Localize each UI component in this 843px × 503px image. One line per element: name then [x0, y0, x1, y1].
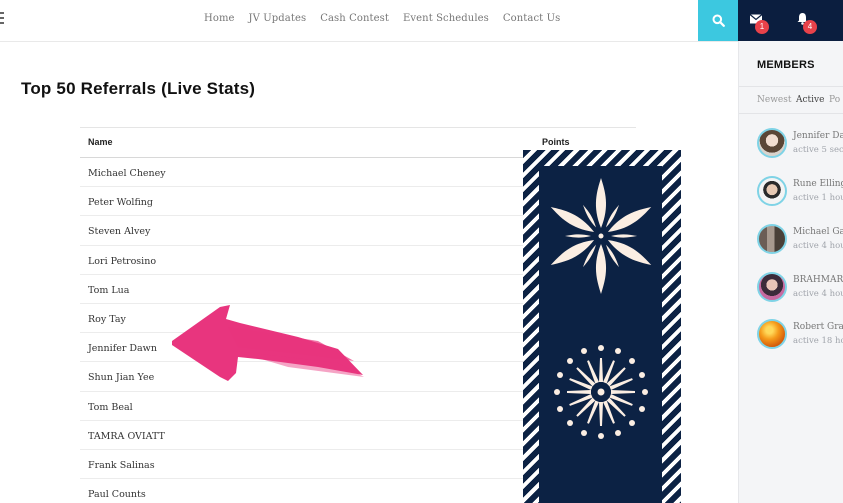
main-nav: Home JV Updates Cash Contest Event Sched…	[204, 13, 574, 24]
nav-event-schedules[interactable]: Event Schedules	[403, 13, 489, 24]
member-item[interactable]: Rune Elling active 1 hou	[757, 176, 843, 208]
avatar[interactable]	[757, 272, 787, 302]
member-item[interactable]: BRAHMAR active 4 hou	[757, 272, 843, 304]
member-activity: active 18 ho	[793, 336, 843, 346]
row-name: Shun Jian Yee	[88, 372, 155, 384]
top-nav-bar: Home JV Updates Cash Contest Event Sched…	[0, 0, 738, 42]
column-header-name: Name	[88, 137, 113, 147]
search-button[interactable]	[698, 0, 738, 41]
notifications-badge: 4	[803, 20, 817, 34]
member-activity: active 5 sec	[793, 145, 843, 155]
member-item[interactable]: Robert Gra active 18 ho	[757, 319, 843, 351]
member-name[interactable]: Rune Elling	[793, 179, 843, 189]
member-item[interactable]: Michael Ga active 4 hou	[757, 224, 843, 256]
nav-cash-contest[interactable]: Cash Contest	[320, 13, 389, 24]
banner-panel	[539, 166, 662, 503]
menu-icon[interactable]	[0, 12, 4, 26]
flower-icon	[550, 178, 652, 294]
nav-jv-updates[interactable]: JV Updates	[249, 13, 307, 24]
messages-button[interactable]: 1	[749, 12, 769, 34]
members-title: MEMBERS	[757, 59, 815, 71]
page-title: Top 50 Referrals (Live Stats)	[21, 79, 256, 98]
notifications-button[interactable]: 4	[796, 12, 817, 34]
member-activity: active 4 hou	[793, 241, 843, 251]
row-name: Lori Petrosino	[88, 255, 157, 267]
row-name: Peter Wolfing	[88, 197, 154, 209]
sunburst-icon	[554, 345, 648, 439]
avatar[interactable]	[757, 128, 787, 158]
row-name: TAMRA OVIATT	[88, 430, 165, 442]
member-activity: active 1 hou	[793, 193, 843, 203]
row-name: Steven Alvey	[88, 226, 151, 238]
decorative-banner	[523, 150, 681, 503]
nav-home[interactable]: Home	[204, 13, 235, 24]
tab-newest[interactable]: Newest	[757, 95, 791, 105]
member-name[interactable]: BRAHMAR	[793, 275, 843, 285]
tab-active[interactable]: Active	[796, 95, 824, 105]
messages-badge: 1	[755, 20, 769, 34]
member-name[interactable]: Robert Gra	[793, 322, 843, 332]
row-name: Tom Beal	[88, 401, 133, 413]
avatar[interactable]	[757, 224, 787, 254]
members-tabs: Newest Active Po	[739, 86, 843, 114]
members-sidebar: MEMBERS Newest Active Po Jennifer Da act…	[738, 41, 843, 503]
row-name: Michael Cheney	[88, 168, 166, 179]
member-name[interactable]: Michael Ga	[793, 227, 843, 237]
nav-contact-us[interactable]: Contact Us	[503, 13, 560, 24]
member-activity: active 4 hou	[793, 289, 843, 299]
member-item[interactable]: Jennifer Da active 5 sec	[757, 128, 843, 160]
member-name[interactable]: Jennifer Da	[793, 131, 843, 141]
search-icon	[712, 14, 725, 27]
avatar[interactable]	[757, 319, 787, 349]
user-toolbar: 1 4	[738, 0, 843, 41]
avatar[interactable]	[757, 176, 787, 206]
tab-popular[interactable]: Po	[829, 95, 840, 105]
row-name: Jennifer Dawn	[88, 343, 157, 355]
row-name: Roy Tay	[88, 313, 126, 325]
row-name: Frank Salinas	[88, 459, 155, 471]
row-name: Paul Counts	[88, 489, 146, 501]
row-name: Tom Lua	[88, 284, 130, 296]
arrow-left-icon	[172, 305, 364, 381]
column-header-points: Points	[542, 137, 570, 147]
